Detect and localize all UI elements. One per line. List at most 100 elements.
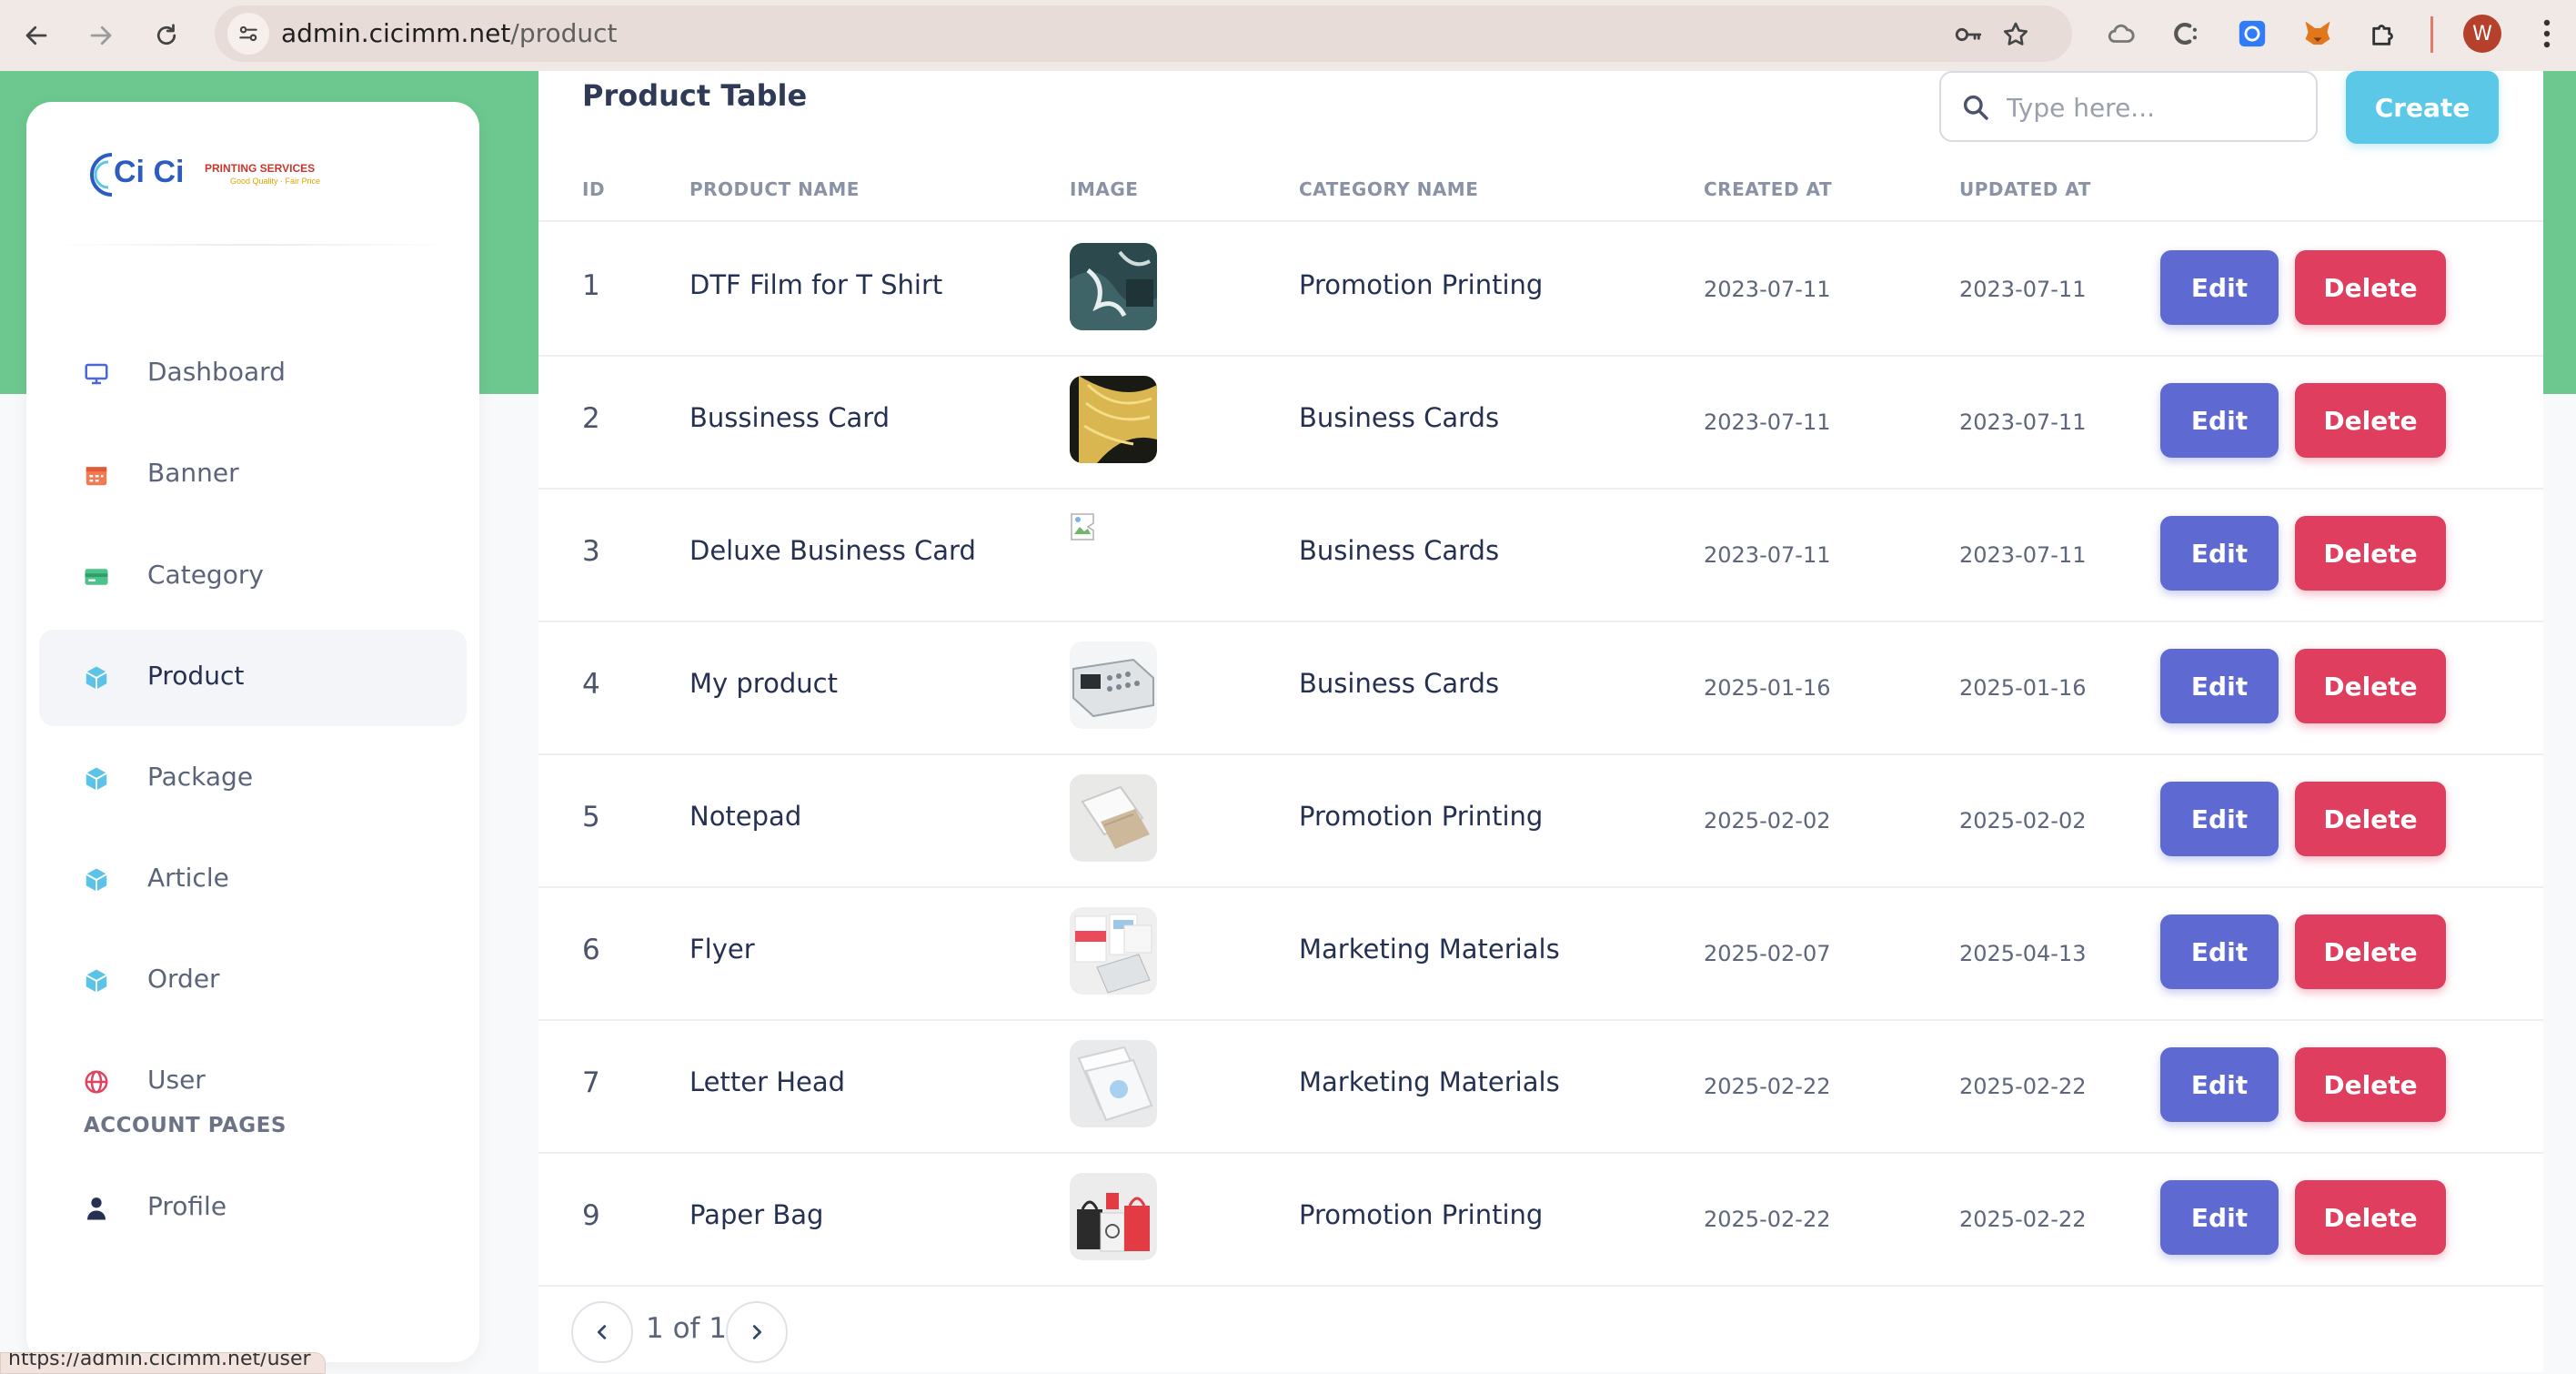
product-id: 3 (582, 535, 600, 568)
sidebar-item-category[interactable]: Category (39, 529, 467, 625)
calendar-icon (83, 461, 110, 489)
more-menu-icon[interactable] (2536, 13, 2558, 55)
category-name: Promotion Printing (1299, 801, 1544, 832)
product-name: My product (689, 668, 838, 699)
edit-button[interactable]: Edit (2160, 383, 2279, 458)
edit-button[interactable]: Edit (2160, 649, 2279, 723)
back-icon[interactable] (14, 13, 59, 58)
delete-button[interactable]: Delete (2295, 1047, 2446, 1122)
edit-button[interactable]: Edit (2160, 1180, 2279, 1255)
product-id: 7 (582, 1066, 600, 1099)
delete-button[interactable]: Delete (2295, 383, 2446, 458)
created-at: 2025-02-22 (1704, 1207, 1831, 1232)
column-header-updated-at: UPDATED AT (1959, 178, 2091, 200)
previous-page-button[interactable] (571, 1301, 633, 1363)
browser-toolbar: admin.cicimm.net/product W (0, 0, 2576, 71)
extensions-puzzle-icon[interactable] (2367, 16, 2401, 51)
table-row: 3 Deluxe Business Card Business Cards 20… (538, 488, 2543, 622)
created-at: 2025-02-07 (1704, 941, 1831, 966)
sidebar-item-profile[interactable]: Profile (39, 1160, 467, 1257)
sidebar-item-package[interactable]: Package (39, 731, 467, 827)
edit-button[interactable]: Edit (2160, 914, 2279, 989)
status-url: https://admin.cicimm.net/user (8, 1352, 311, 1370)
sidebar-item-label: Article (147, 863, 229, 893)
edit-button[interactable]: Edit (2160, 782, 2279, 856)
product-name: Paper Bag (689, 1199, 824, 1230)
extension-cloud-icon[interactable] (2104, 16, 2138, 51)
delete-button[interactable]: Delete (2295, 914, 2446, 989)
extension-c-icon[interactable] (2168, 16, 2203, 51)
search-box[interactable] (1939, 71, 2318, 142)
sidebar-item-label: Dashboard (147, 357, 286, 387)
url-text: admin.cicimm.net/product (281, 18, 618, 48)
site-settings-icon[interactable] (227, 13, 269, 55)
created-at: 2023-07-11 (1704, 542, 1831, 568)
metamask-fox-icon[interactable] (2300, 16, 2335, 51)
extension-blue-icon[interactable] (2235, 16, 2269, 51)
table-header: ID PRODUCT NAME IMAGE CATEGORY NAME CREA… (538, 169, 2543, 222)
logo-subtitle: PRINTING SERVICES (205, 162, 316, 175)
sidebar-item-banner[interactable]: Banner (39, 427, 467, 523)
product-name: Letter Head (689, 1066, 846, 1097)
created-at: 2025-02-02 (1704, 808, 1831, 833)
sidebar-divider (52, 244, 454, 246)
column-header-id: ID (582, 178, 606, 200)
created-at: 2025-01-16 (1704, 675, 1831, 701)
edit-button[interactable]: Edit (2160, 516, 2279, 591)
sidebar-item-label: Order (147, 964, 220, 994)
profile-avatar[interactable]: W (2463, 15, 2501, 53)
monitor-icon (83, 360, 110, 388)
product-name: Notepad (689, 801, 802, 832)
delete-button[interactable]: Delete (2295, 250, 2446, 325)
brand-logo[interactable]: Ci Ci PRINTING SERVICES Good Quality · F… (85, 147, 339, 209)
updated-at: 2025-01-16 (1959, 675, 2087, 701)
edit-button[interactable]: Edit (2160, 1047, 2279, 1122)
product-name: Bussiness Card (689, 402, 891, 433)
bookmark-star-icon[interactable] (1999, 18, 2032, 51)
product-thumbnail (1070, 376, 1157, 463)
chevron-right-icon (752, 1325, 762, 1339)
toolbar-divider (2430, 16, 2433, 53)
table-row: 1 DTF Film for T Shirt Promotion Printin… (538, 222, 2543, 357)
edit-button[interactable]: Edit (2160, 250, 2279, 325)
product-id: 9 (582, 1199, 600, 1232)
next-page-button[interactable] (726, 1301, 788, 1363)
reload-icon[interactable] (144, 13, 189, 58)
sidebar-item-order[interactable]: Order (39, 933, 467, 1029)
create-button[interactable]: Create (2346, 71, 2499, 144)
product-thumbnail (1070, 243, 1157, 330)
column-header-created-at: CREATED AT (1704, 178, 1833, 200)
delete-button[interactable]: Delete (2295, 516, 2446, 591)
updated-at: 2023-07-11 (1959, 409, 2087, 435)
logo-text: Ci Ci (114, 155, 185, 189)
delete-button[interactable]: Delete (2295, 782, 2446, 856)
product-name: Deluxe Business Card (689, 535, 976, 566)
category-name: Business Cards (1299, 668, 1500, 699)
product-thumbnail (1070, 774, 1157, 862)
box-icon (83, 866, 110, 894)
column-header-product-name: PRODUCT NAME (689, 178, 860, 200)
sidebar: Ci Ci PRINTING SERVICES Good Quality · F… (26, 102, 479, 1362)
product-thumbnail (1070, 642, 1157, 729)
updated-at: 2025-02-22 (1959, 1074, 2087, 1099)
search-input[interactable] (2005, 86, 2299, 129)
created-at: 2023-07-11 (1704, 277, 1831, 302)
sidebar-item-article[interactable]: Article (39, 832, 467, 928)
page-title: Product Table (582, 78, 808, 113)
address-bar[interactable]: admin.cicimm.net/product (215, 5, 2072, 62)
table-row: 5 Notepad Promotion Printing 2025-02-02 … (538, 753, 2543, 888)
updated-at: 2025-04-13 (1959, 941, 2087, 966)
search-icon (1963, 95, 1988, 120)
product-table-card: Product Table Create ID PRODUCT NAME IMA… (538, 71, 2543, 1372)
table-row: 6 Flyer Marketing Materials 2025-02-07 2… (538, 886, 2543, 1021)
table-row: 7 Letter Head Marketing Materials 2025-0… (538, 1019, 2543, 1154)
key-icon[interactable] (1952, 18, 1985, 51)
product-thumbnail (1070, 1040, 1157, 1127)
credit-card-icon (83, 563, 110, 591)
delete-button[interactable]: Delete (2295, 649, 2446, 723)
sidebar-item-dashboard[interactable]: Dashboard (39, 326, 467, 422)
person-icon (83, 1195, 110, 1222)
forward-icon[interactable] (78, 13, 124, 58)
sidebar-item-product[interactable]: Product (39, 630, 467, 726)
delete-button[interactable]: Delete (2295, 1180, 2446, 1255)
